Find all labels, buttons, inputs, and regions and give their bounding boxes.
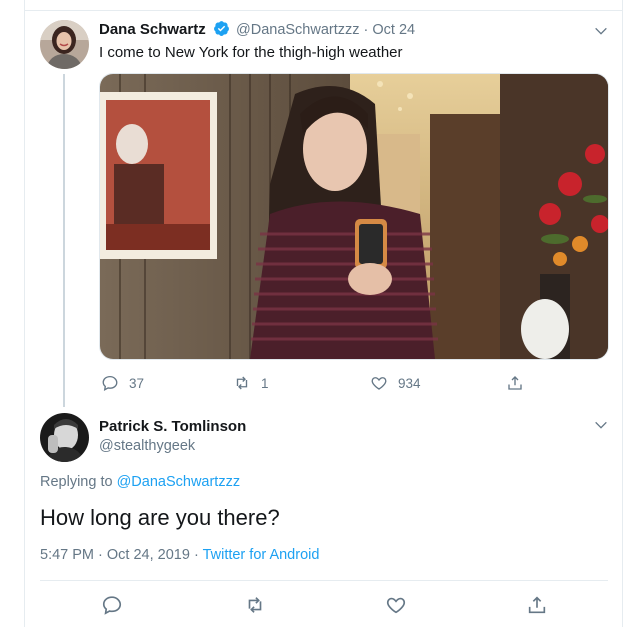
reply-action[interactable]: 37 [101, 374, 144, 392]
tweet-photo[interactable] [99, 73, 609, 360]
chevron-down-icon[interactable] [593, 23, 609, 39]
dana-handle[interactable]: @DanaSchwartzzz · Oct 24 [236, 22, 415, 38]
like-count: 934 [398, 375, 421, 391]
reply-date[interactable]: · Oct 24, 2019 · [98, 547, 199, 563]
bottom-share-icon[interactable] [526, 594, 548, 616]
bottom-reply-icon[interactable] [101, 594, 123, 616]
replying-to-handle-link[interactable]: @DanaSchwartzzz [117, 474, 241, 490]
dana-avatar[interactable] [40, 20, 89, 69]
divider [40, 580, 608, 581]
share-action[interactable] [506, 374, 534, 392]
dana-handle-text[interactable]: @DanaSchwartzzz [236, 22, 360, 38]
retweet-action[interactable]: 1 [233, 374, 269, 392]
patrick-avatar[interactable] [40, 413, 89, 462]
thread-connector [63, 74, 65, 407]
reply-icon[interactable] [101, 374, 119, 392]
verified-badge-icon [214, 21, 229, 36]
tweet-date[interactable]: · Oct 24 [364, 22, 416, 38]
like-action[interactable]: 934 [370, 374, 421, 392]
left-border [24, 0, 25, 627]
replying-to-line: Replying to @DanaSchwartzzz [40, 474, 240, 490]
patrick-handle[interactable]: @stealthygeek [99, 438, 195, 454]
right-border [622, 0, 623, 627]
dana-display-name[interactable]: Dana Schwartz [99, 21, 206, 38]
bottom-retweet-icon[interactable] [244, 594, 266, 616]
retweet-icon[interactable] [233, 374, 251, 392]
patrick-display-name[interactable]: Patrick S. Tomlinson [99, 418, 246, 435]
tweet-text: I come to New York for the thigh-high we… [99, 44, 403, 61]
heart-icon[interactable] [370, 374, 388, 392]
replying-to-prefix: Replying to [40, 474, 113, 490]
bottom-heart-icon[interactable] [385, 594, 407, 616]
reply-count: 37 [129, 375, 145, 391]
reply-source-link[interactable]: Twitter for Android [203, 547, 320, 563]
reply-time[interactable]: 5:47 PM [40, 547, 94, 563]
retweet-count: 1 [261, 375, 269, 391]
share-icon[interactable] [506, 374, 524, 392]
reply-text: How long are you there? [40, 505, 280, 530]
reply-chevron-down-icon[interactable] [593, 417, 609, 433]
reply-metadata: 5:47 PM · Oct 24, 2019 · Twitter for And… [40, 547, 319, 563]
top-border [24, 0, 622, 11]
